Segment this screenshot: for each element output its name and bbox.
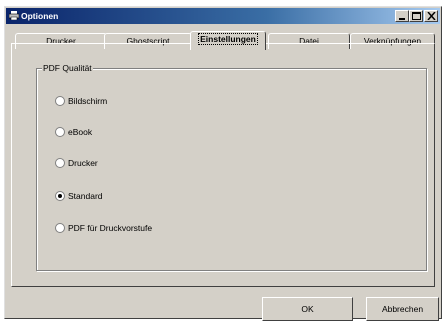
ok-button[interactable]: OK: [262, 297, 353, 321]
title-bar: Optionen: [6, 8, 440, 24]
radio-button[interactable]: [55, 223, 65, 233]
tab-einstellungen[interactable]: Einstellungen: [190, 31, 266, 50]
radio-label: eBook: [68, 127, 93, 137]
radio-button[interactable]: [55, 96, 65, 106]
tab-label: Einstellungen: [198, 33, 258, 45]
cancel-button[interactable]: Abbrechen: [366, 297, 439, 321]
maximize-icon: [412, 12, 421, 20]
close-button[interactable]: [424, 10, 438, 22]
radio-label: Drucker: [68, 158, 98, 168]
window-title: Optionen: [21, 11, 59, 21]
radio-label: Bildschirm: [68, 96, 108, 106]
radio-label: PDF für Druckvorstufe: [68, 223, 153, 233]
pdf-quality-legend: PDF Qualität: [42, 63, 93, 73]
minimize-button[interactable]: [395, 10, 409, 22]
radio-button[interactable]: [55, 127, 65, 137]
radio-button[interactable]: [55, 158, 65, 168]
radio-button[interactable]: [55, 191, 65, 201]
printer-icon: [9, 11, 19, 20]
maximize-button[interactable]: [409, 10, 423, 22]
minimize-icon: [399, 18, 405, 20]
radio-label: Standard: [68, 191, 103, 201]
close-icon: [427, 12, 436, 20]
